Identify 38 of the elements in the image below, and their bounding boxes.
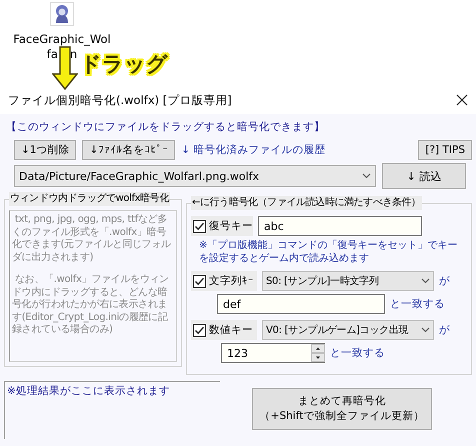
close-icon[interactable] <box>456 94 468 106</box>
checkbox[interactable] <box>193 324 206 336</box>
condition-checkbox-label[interactable]: 復号キー <box>191 216 253 236</box>
group-title: ←に行う暗号化（ファイル読込時に満たすべき条件） <box>191 196 422 210</box>
drag-caption: ドラッグ <box>80 51 168 78</box>
match-text: と一致する <box>390 297 445 311</box>
toolbar-button[interactable]: ↓ﾌｧｲﾙ名をｺﾋﾟｰ <box>82 140 176 160</box>
caret-icon <box>421 327 430 333</box>
checkbox[interactable] <box>193 274 206 288</box>
tips-button[interactable]: [?] TIPS <box>418 140 472 160</box>
file-history-dropdown[interactable]: Data/Picture/FaceGraphic_Wolfarl.png.wolfx <box>14 165 376 187</box>
condition-checkbox-label[interactable]: 数値キー <box>191 320 257 340</box>
file-name-label: n <box>70 47 78 62</box>
drag-hint-text: 【このウィンドウにファイルをドラッグすると暗号化できます】 <box>6 120 326 134</box>
match-text: と一致する <box>330 346 385 360</box>
caret-icon <box>362 173 371 179</box>
group-title: ウィンドウ内ドラッグでwolfx暗号化 <box>9 192 170 206</box>
toolbar-button[interactable]: ↓1つ削除 <box>14 140 76 160</box>
image-file-icon[interactable] <box>50 2 74 26</box>
note-text: ※「プロ版機能」コマンドの「復号キーをセット」でキーを設定するとゲーム内で読み込めます <box>198 239 458 265</box>
info-paragraph: なお、「.wolfx」ファイルをウィンドウ内にドラッグすると、どんな暗号化が行われたかが右に表示されます(Editor_Crypt_Log.iniの履歴に記録されている場合のみ) <box>12 274 170 336</box>
string-value-field[interactable]: def <box>217 294 385 314</box>
file-name-label: fa <box>46 47 58 62</box>
file-name-label: FaceGraphic_Wol <box>13 32 111 47</box>
decrypt-key-field[interactable]: abc <box>258 216 422 236</box>
suffix-text: が <box>439 274 450 288</box>
history-label: ↓ 暗号化済みファイルの履歴 <box>181 143 326 157</box>
variable-dropdown[interactable]: S0: [サンプル]一時文字列 <box>262 271 434 291</box>
caret-icon <box>421 278 430 284</box>
info-paragraph: txt, png, jpg, ogg, mps, ttfなど多くのファイル形式を「.wolfx」暗号化できます(元ファイルと同じフォルダに出力されます) <box>12 214 172 264</box>
result-text: ※処理結果がここに表示されます <box>7 385 170 397</box>
window-title: ファイル個別暗号化(.wolfx) [プロ版専用] <box>8 92 232 108</box>
load-button[interactable]: ↓ 読込 <box>382 163 466 189</box>
variable-dropdown[interactable]: V0: [サンプルゲーム]コック出現 <box>262 320 434 340</box>
suffix-text: が <box>439 323 450 337</box>
condition-checkbox-label[interactable]: 文字列ｷｰ <box>191 271 257 291</box>
recrypt-button[interactable]: まとめて再暗号化 （+Shiftで強制全ファイル更新） <box>252 388 432 430</box>
checkbox[interactable] <box>193 220 206 232</box>
